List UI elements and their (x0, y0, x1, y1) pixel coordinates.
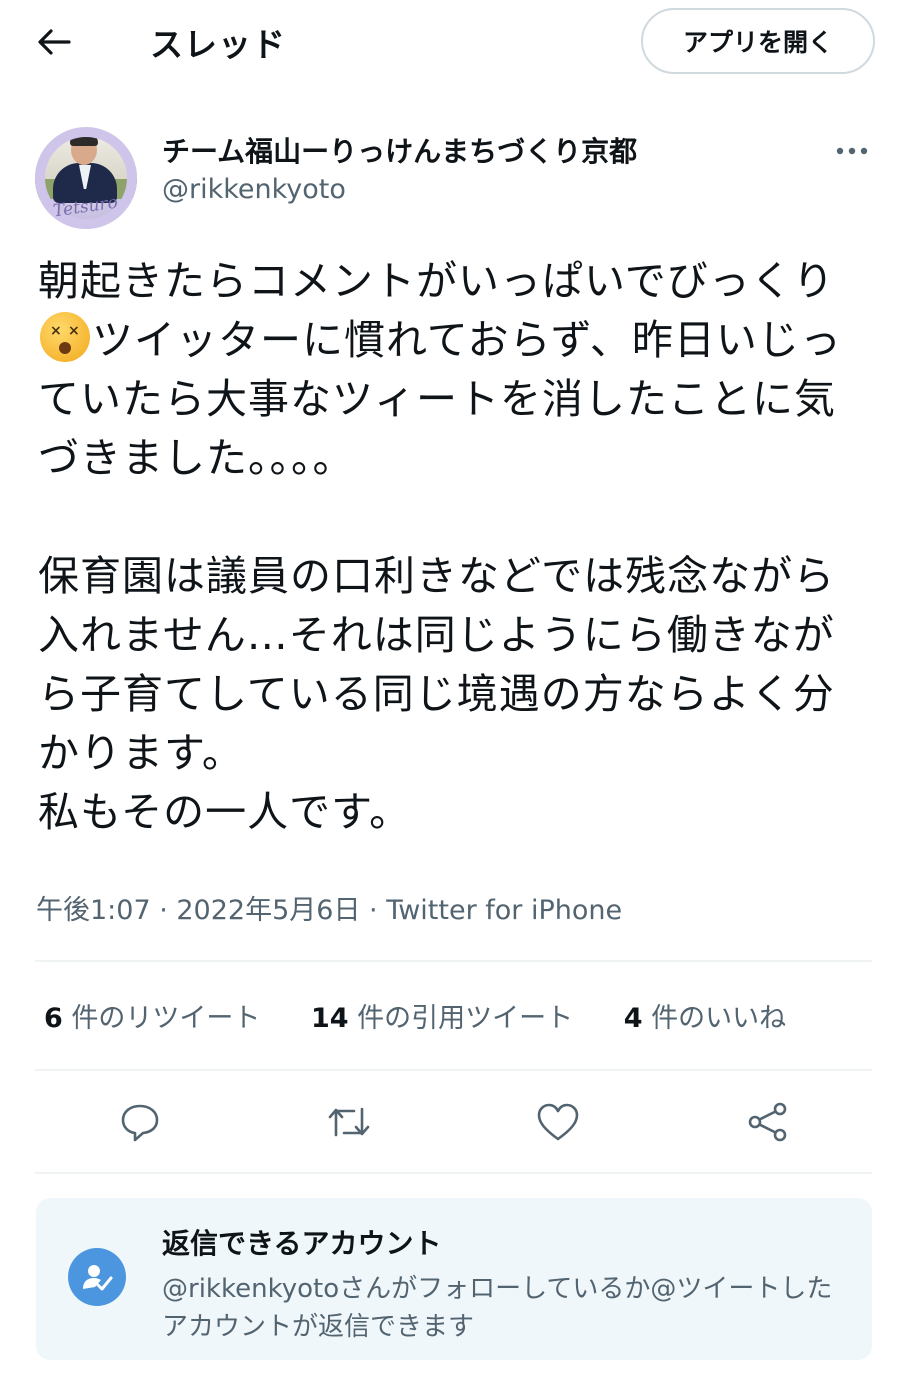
tweet-paragraph-3: 私もその一人です。 (38, 788, 412, 836)
retweet-button[interactable] (325, 1098, 373, 1146)
like-button[interactable] (534, 1098, 582, 1146)
reply-button[interactable] (116, 1098, 164, 1146)
likes-count: 4 (623, 1003, 643, 1034)
reply-restriction-description: @rikkenkyotoさんがフォローしているか@ツイートしたアカウントが返信で… (162, 1274, 833, 1342)
quotes-count: 14 (310, 1003, 349, 1034)
divider (35, 1069, 872, 1071)
reply-restriction-icon (68, 1248, 126, 1306)
back-button[interactable] (28, 22, 80, 62)
quotes-label: 件の引用ツイート (357, 1003, 574, 1034)
tweet-thread-page: スレッド アプリを開く Tetsuro チーム福山ーりっけんまちづくり京都 @r… (0, 0, 900, 1395)
share-button[interactable] (744, 1098, 792, 1146)
likes-label: 件のいいね (651, 1003, 787, 1034)
open-app-button[interactable]: アプリを開く (641, 8, 875, 74)
author-name[interactable]: チーム福山ーりっけんまちづくり京都 (162, 130, 637, 170)
user-check-icon (83, 1265, 113, 1291)
share-icon (748, 1102, 787, 1142)
header: スレッド アプリを開く (0, 0, 900, 84)
engagement-stats: 6 件のリツイート 14 件の引用ツイート 4 件のいいね (44, 996, 828, 1035)
retweets-stat[interactable]: 6 件のリツイート (44, 1003, 260, 1034)
back-arrow-icon (38, 29, 71, 55)
avatar[interactable]: Tetsuro (35, 127, 137, 229)
tweet-text-segment: り (792, 257, 835, 305)
quotes-stat[interactable]: 14 件の引用ツイート (311, 1003, 573, 1034)
retweets-count: 6 (44, 1003, 63, 1034)
dizzy-face-emoji-icon: × × (40, 312, 90, 362)
page-title: スレッド (150, 25, 286, 64)
tweet-text-segment: ツイッターに慣れておらず、昨日いじっていたら大事なツィートを消したことに気づきま… (38, 316, 842, 482)
reply-icon (121, 1104, 159, 1142)
tweet-paragraph-2: 保育園は議員の口利きなどでは残念ながら入れません…それは同じようにら働きながら子… (38, 552, 836, 777)
tweet-text: 朝起きたらコメントがいっぱいでびっくり × × ツイッターに慣れておらず、昨日いじって… (38, 252, 868, 842)
divider (35, 1172, 872, 1174)
reply-restriction-card: 返信できるアカウント @rikkenkyotoさんがフォローしているか@ツイート… (36, 1198, 872, 1360)
tweet-timestamp[interactable]: 午後1:07 · 2022年5月6日 · Twitter for iPhone (36, 888, 622, 927)
tweet-paragraph-1: 朝起きたらコメントがいっぱいでびっくり × × ツイッターに慣れておらず、昨日いじって… (38, 252, 868, 488)
tweet-text-segment: 朝起きたらコメントがいっぱいでびっく (38, 257, 793, 305)
author-handle[interactable]: @rikkenkyoto (162, 174, 346, 205)
reply-restriction-title: 返信できるアカウント (162, 1227, 442, 1260)
retweet-icon (328, 1107, 370, 1137)
more-options-button[interactable] (832, 136, 872, 166)
heart-icon (537, 1103, 579, 1141)
retweets-label: 件のリツイート (71, 1003, 261, 1034)
divider (35, 960, 872, 962)
likes-stat[interactable]: 4 件のいいね (624, 1003, 786, 1034)
more-dots-icon (836, 147, 868, 155)
